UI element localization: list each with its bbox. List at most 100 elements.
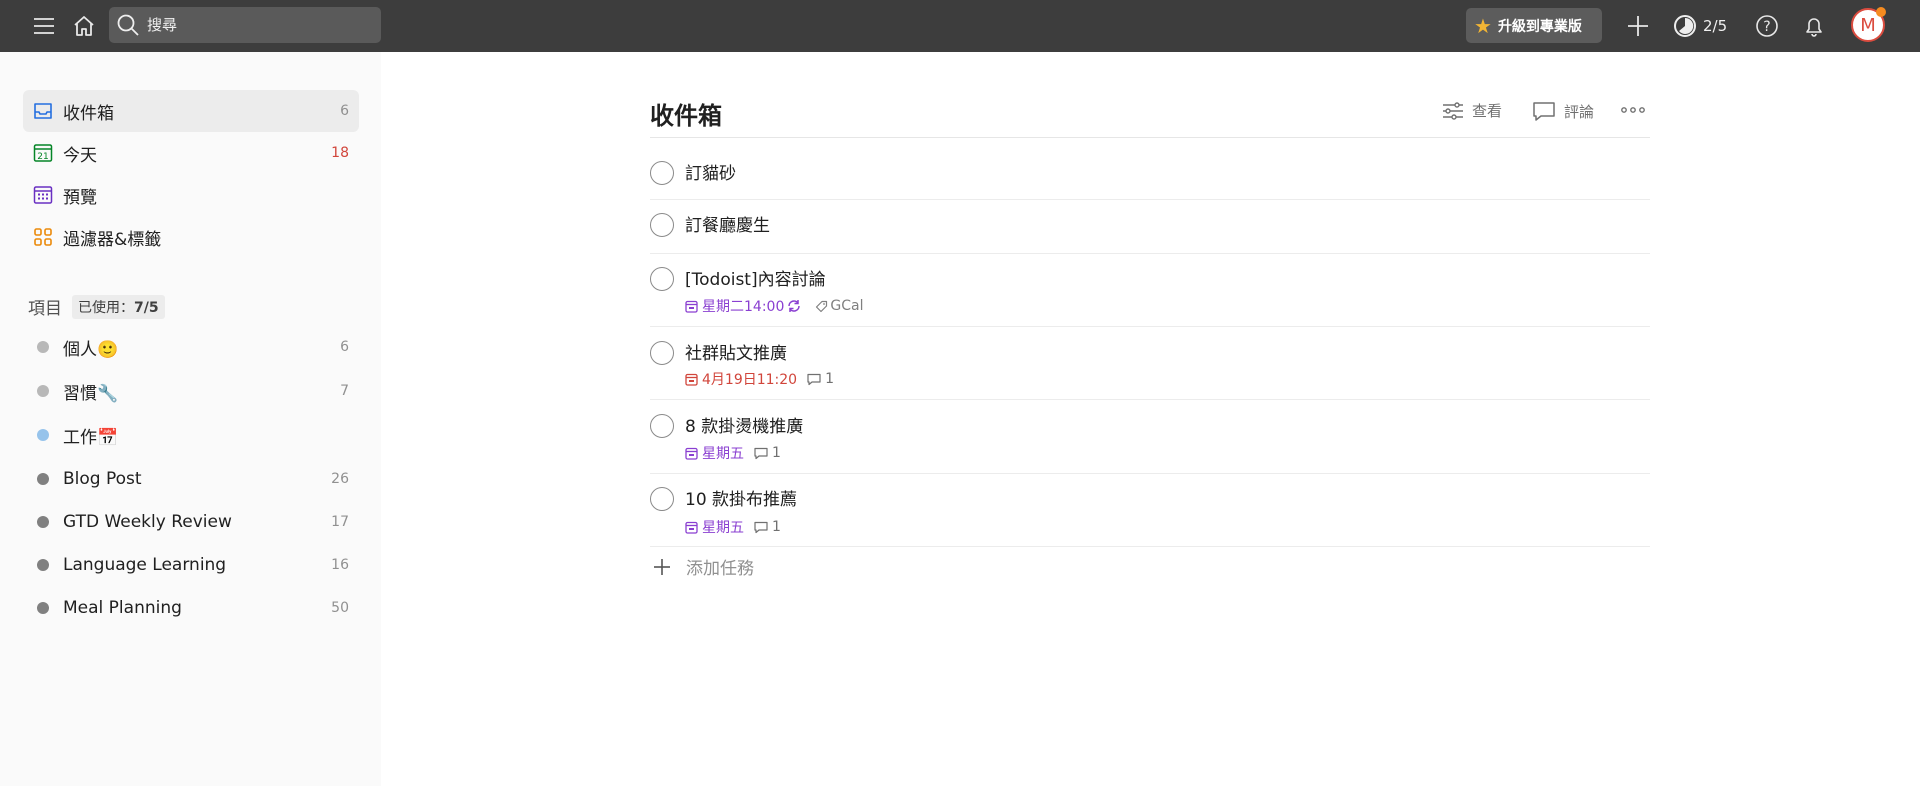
sidebar-item-label: 習慣🔧 (63, 383, 119, 404)
task-comments[interactable]: 1 (807, 371, 834, 387)
task-comments[interactable]: 1 (754, 519, 781, 535)
sidebar-project-meal-planning[interactable]: Meal Planning 50 (23, 587, 359, 629)
comment-icon (1533, 102, 1555, 121)
search-icon (109, 7, 147, 43)
sidebar-item-filters-labels[interactable]: 過濾器&標籤 (23, 216, 359, 258)
projects-usage-badge: 已使用：7/5 (72, 294, 165, 319)
avatar-letter: M (1860, 14, 1876, 36)
sidebar-project-habits[interactable]: 習慣🔧 7 (23, 370, 359, 412)
sidebar-item-label: GTD Weekly Review (63, 512, 232, 532)
projects-header-label: 項目 (28, 299, 62, 319)
task-title: 社群貼文推廣 (685, 344, 787, 364)
sidebar-item-count: 6 (340, 103, 349, 119)
task-checkbox[interactable] (650, 414, 674, 438)
upgrade-button[interactable]: ★ 升級到專業版 (1466, 8, 1602, 43)
task-comments[interactable]: 1 (754, 445, 781, 461)
task-meta: 星期五 1 (685, 517, 781, 537)
sidebar-item-upcoming[interactable]: 預覽 (23, 174, 359, 216)
task-meta: 星期五 1 (685, 443, 781, 463)
sidebar-item-today[interactable]: 21 今天 18 (23, 132, 359, 174)
star-icon: ★ (1474, 13, 1492, 38)
more-options-icon[interactable] (1620, 100, 1654, 120)
task-meta: 4月19日11:20 1 (685, 369, 834, 389)
top-bar: ★ 升級到專業版 2/5 ? M (0, 0, 1920, 52)
task-title: 8 款掛燙機推廣 (685, 417, 804, 437)
sidebar: 收件箱 6 21 今天 18 預覽 過濾器&標籤 項目 已使用：7/5 個人🙂 6… (0, 52, 381, 786)
comment-button[interactable]: 評論 (1532, 100, 1594, 122)
sidebar-project-work[interactable]: 工作📅 (23, 414, 359, 456)
bell-icon[interactable] (1798, 10, 1830, 42)
sliders-icon (1443, 101, 1463, 120)
task-due-date[interactable]: 4月19日11:20 (685, 369, 797, 389)
search-input[interactable] (147, 16, 367, 34)
project-color-dot-icon (23, 516, 63, 528)
task-meta: 星期二14:00 GCal (685, 296, 863, 316)
plus-icon (650, 555, 674, 579)
task-title: 10 款掛布推薦 (685, 490, 798, 510)
task-title: 訂餐廳慶生 (685, 216, 770, 236)
task-checkbox[interactable] (650, 341, 674, 365)
help-icon[interactable]: ? (1751, 10, 1783, 42)
task-checkbox[interactable] (650, 213, 674, 237)
project-color-dot-icon (23, 341, 63, 353)
add-task-button[interactable]: 添加任務 (650, 554, 754, 579)
calendar-icon (685, 521, 698, 534)
search-box[interactable] (109, 7, 381, 43)
project-color-dot-icon (23, 385, 63, 397)
main-header: 收件箱 查看 評論 (650, 92, 1650, 138)
add-icon[interactable] (1622, 10, 1654, 42)
home-icon[interactable] (68, 10, 100, 42)
sidebar-item-count: 17 (331, 514, 349, 530)
calendar-grid-icon (23, 184, 63, 206)
sidebar-item-count: 7 (340, 383, 349, 399)
calendar-icon (685, 300, 698, 313)
sidebar-project-language-learning[interactable]: Language Learning 16 (23, 544, 359, 586)
comment-icon (754, 521, 768, 533)
sidebar-item-label: 過濾器&標籤 (63, 229, 162, 250)
project-color-dot-icon (23, 429, 63, 441)
task-title: [Todoist]內容討論 (685, 270, 826, 290)
sidebar-item-label: 今天 (63, 145, 97, 166)
sidebar-item-label: Blog Post (63, 469, 142, 489)
task-item[interactable]: 訂餐廳慶生 (650, 200, 1650, 254)
task-due-date[interactable]: 星期二14:00 (685, 296, 805, 316)
task-checkbox[interactable] (650, 161, 674, 185)
sidebar-project-personal[interactable]: 個人🙂 6 (23, 326, 359, 368)
sidebar-item-label: 預覽 (63, 187, 97, 208)
project-color-dot-icon (23, 473, 63, 485)
sidebar-item-inbox[interactable]: 收件箱 6 (23, 90, 359, 132)
task-item[interactable]: 訂貓砂 (650, 140, 1650, 200)
sidebar-project-blog-post[interactable]: Blog Post 26 (23, 458, 359, 500)
calendar-icon (685, 373, 698, 386)
task-checkbox[interactable] (650, 487, 674, 511)
avatar[interactable]: M (1851, 7, 1886, 42)
filters-grid-icon (23, 226, 63, 248)
sidebar-project-gtd-weekly-review[interactable]: GTD Weekly Review 17 (23, 501, 359, 543)
task-label[interactable]: GCal (815, 298, 863, 314)
task-item[interactable]: 10 款掛布推薦 星期五 1 (650, 474, 1650, 547)
comment-icon (754, 447, 768, 459)
task-checkbox[interactable] (650, 267, 674, 291)
add-task-label: 添加任務 (686, 559, 754, 579)
sidebar-item-label: 收件箱 (63, 103, 114, 124)
calendar-icon (685, 447, 698, 460)
task-title: 訂貓砂 (685, 164, 736, 184)
task-item[interactable]: 社群貼文推廣 4月19日11:20 1 (650, 327, 1650, 400)
sidebar-item-label: 工作📅 (63, 427, 119, 448)
svg-text:21: 21 (37, 152, 48, 162)
inbox-icon (23, 100, 63, 122)
task-due-date[interactable]: 星期五 (685, 517, 744, 537)
comment-icon (807, 373, 821, 385)
menu-icon[interactable] (28, 10, 60, 42)
projects-header[interactable]: 項目 已使用：7/5 (28, 294, 165, 319)
task-item[interactable]: 8 款掛燙機推廣 星期五 1 (650, 400, 1650, 474)
view-button[interactable]: 查看 (1442, 100, 1502, 121)
task-item[interactable]: [Todoist]內容討論 星期二14:00 GCal (650, 254, 1650, 327)
view-label: 查看 (1472, 102, 1503, 120)
productivity-button[interactable]: 2/5 (1673, 10, 1727, 42)
task-due-date[interactable]: 星期五 (685, 443, 744, 463)
comment-label: 評論 (1564, 102, 1595, 121)
sidebar-item-count: 26 (331, 471, 349, 487)
productivity-icon (1674, 15, 1696, 37)
sidebar-item-count: 16 (331, 557, 349, 573)
